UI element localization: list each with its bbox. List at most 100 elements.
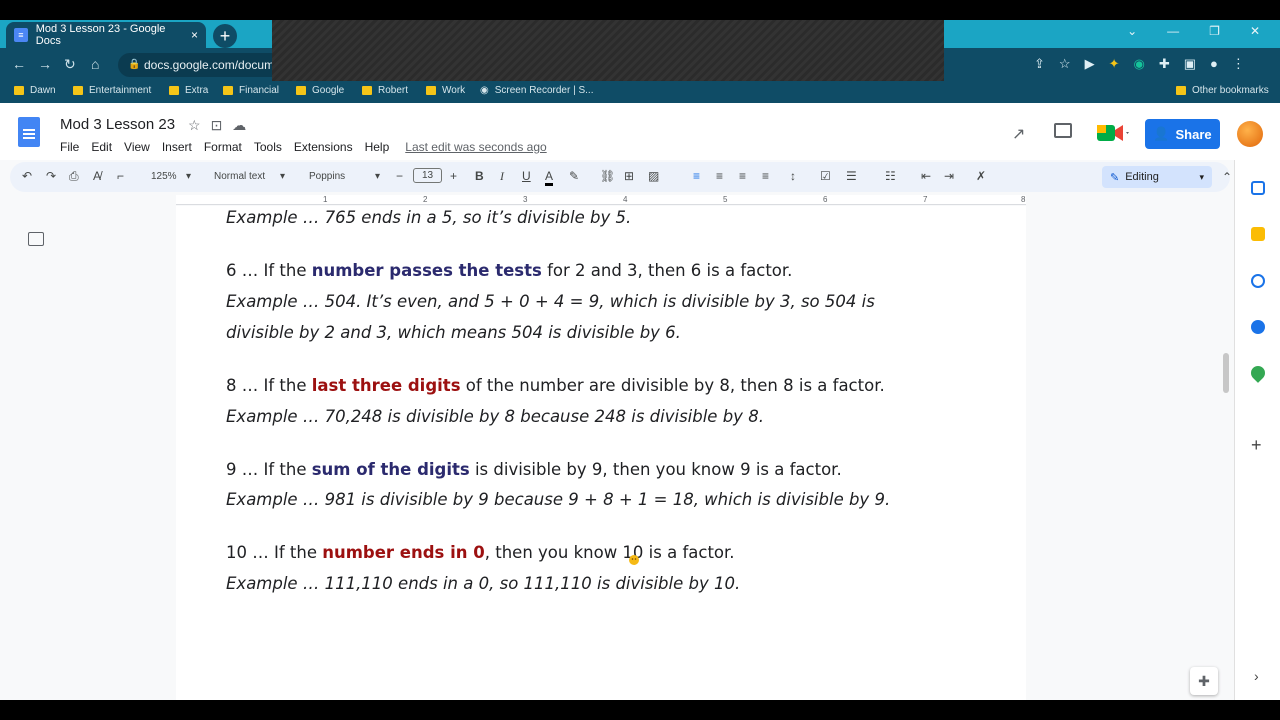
share-button[interactable]: 👤 Share [1145, 119, 1220, 149]
reload-icon[interactable]: ↻ [64, 56, 76, 73]
move-folder-icon[interactable]: ⊡ [211, 117, 223, 134]
decrease-indent-icon[interactable]: ⇤ [921, 169, 931, 183]
star-icon[interactable]: ☆ [188, 117, 201, 134]
bookmark-work[interactable]: Work [426, 85, 465, 96]
print-icon[interactable]: ⎙ [69, 169, 79, 184]
font-select[interactable]: Poppins [309, 171, 345, 182]
share-page-icon[interactable]: ⇪ [1034, 56, 1045, 72]
align-center-icon[interactable]: ≡ [716, 169, 723, 183]
clear-formatting-icon[interactable]: ✗ [976, 169, 986, 183]
bookmark-google[interactable]: Google [296, 85, 344, 96]
bookmark-extra[interactable]: Extra [169, 85, 208, 96]
image-icon[interactable]: ▨ [648, 169, 659, 183]
paint-format-icon[interactable]: ⌐ [117, 169, 124, 183]
calendar-icon[interactable] [1251, 181, 1265, 195]
menu-file[interactable]: File [60, 140, 79, 154]
close-window-icon[interactable]: ✕ [1250, 24, 1260, 38]
comment-icon[interactable]: ⊞ [624, 169, 634, 183]
increase-font-size-icon[interactable]: + [450, 169, 457, 183]
menu-icon[interactable]: ⋮ [1232, 56, 1245, 72]
keep-icon[interactable] [1251, 227, 1265, 241]
contacts-icon[interactable] [1251, 320, 1265, 334]
hide-menus-icon[interactable]: ⌃ [1222, 170, 1232, 184]
bulleted-list-icon[interactable]: ☰ [846, 169, 857, 183]
grammarly-icon[interactable]: ◉ [1133, 56, 1144, 72]
cloud-status-icon[interactable]: ☁ [232, 117, 246, 134]
pencil-icon: ✎ [1110, 171, 1120, 184]
redo-icon[interactable]: ↷ [46, 169, 56, 183]
underline-icon[interactable]: U [522, 169, 531, 183]
ruler[interactable]: 1 2 3 4 5 6 7 8 [176, 195, 1026, 205]
italic-icon[interactable]: I [500, 169, 504, 184]
document-outline-icon[interactable] [28, 232, 44, 246]
menu-help[interactable]: Help [365, 140, 390, 154]
font-size-input[interactable]: 13 [413, 168, 443, 183]
undo-icon[interactable]: ↶ [22, 169, 32, 183]
extension-icon[interactable]: ✦ [1109, 56, 1120, 72]
line-spacing-icon[interactable]: ↕ [790, 169, 796, 183]
bookmark-screen-recorder[interactable]: ◉ Screen Recorder | S... [480, 85, 593, 96]
decrease-font-size-icon[interactable]: − [396, 169, 403, 183]
profile-icon[interactable]: ● [1210, 56, 1218, 72]
bold-icon[interactable]: B [475, 169, 484, 183]
increase-indent-icon[interactable]: ⇥ [944, 169, 954, 183]
zoom-select[interactable]: 125% [151, 171, 177, 182]
avatar[interactable] [1237, 121, 1263, 147]
address-bar[interactable]: 🔒 docs.google.com/docum [118, 53, 272, 77]
forward-icon[interactable]: → [38, 56, 52, 72]
back-icon[interactable]: ← [12, 56, 26, 72]
bookmark-star-icon[interactable]: ☆ [1059, 56, 1071, 72]
add-addon-icon[interactable]: + [1251, 435, 1262, 456]
activity-dashboard-icon[interactable]: ↗ [1012, 124, 1025, 144]
letterbox-bottom [0, 700, 1280, 720]
align-right-icon[interactable]: ≡ [739, 169, 746, 183]
minimize-icon[interactable]: — [1167, 24, 1179, 38]
highlight-icon[interactable]: ✎ [569, 169, 579, 183]
side-panel-icon[interactable]: ▣ [1184, 56, 1196, 72]
justify-icon[interactable]: ≡ [762, 169, 769, 183]
expand-panel-icon[interactable]: › [1254, 668, 1259, 684]
maps-icon[interactable] [1248, 363, 1268, 383]
browser-tab[interactable]: ≡ Mod 3 Lesson 23 - Google Docs × [6, 22, 206, 48]
link-icon[interactable]: ⛓ [600, 169, 615, 183]
menu-insert[interactable]: Insert [162, 140, 192, 154]
chevron-down-icon: ▾ [186, 171, 192, 182]
checklist-icon[interactable]: ☑ [820, 169, 831, 183]
title-icons: ☆ ⊡ ☁ [188, 117, 246, 134]
document-page[interactable]: Example … 765 ends in a 5, so it’s divis… [176, 206, 1026, 700]
maximize-icon[interactable]: ❐ [1209, 24, 1220, 38]
menu-view[interactable]: View [124, 140, 150, 154]
comment-history-icon[interactable] [1054, 123, 1072, 138]
bookmark-robert[interactable]: Robert [362, 85, 408, 96]
tab-close-icon[interactable]: × [191, 28, 198, 42]
editing-mode-select[interactable]: ✎ Editing ▾ [1102, 166, 1212, 188]
align-left-icon[interactable]: ≡ [693, 169, 700, 183]
last-edit-link[interactable]: Last edit was seconds ago [405, 140, 546, 154]
scrollbar[interactable] [1223, 353, 1229, 393]
style-select[interactable]: Normal text [214, 171, 265, 182]
rule-6: 6 … If the number passes the tests for 2… [226, 261, 793, 280]
meet-icon[interactable] [1095, 121, 1131, 145]
menu-tools[interactable]: Tools [254, 140, 282, 154]
new-tab-button[interactable]: + [213, 24, 237, 48]
explore-icon[interactable]: ✚ [1190, 667, 1218, 695]
spellcheck-icon[interactable]: A̸ [93, 169, 101, 183]
home-icon[interactable]: ⌂ [91, 56, 99, 72]
puzzle-icon[interactable]: ✚ [1159, 56, 1170, 72]
bookmark-other[interactable]: Other bookmarks [1176, 85, 1269, 96]
bookmark-dawn[interactable]: Dawn [14, 85, 56, 96]
menu-format[interactable]: Format [204, 140, 242, 154]
window-controls: ⌄ — ❐ ✕ [1127, 24, 1260, 38]
bookmark-financial[interactable]: Financial [223, 85, 279, 96]
docs-logo-icon[interactable] [18, 117, 40, 147]
play-extension-icon[interactable]: ▶ [1085, 56, 1095, 72]
tab-search-icon[interactable]: ⌄ [1127, 24, 1137, 38]
text-color-icon[interactable]: A [545, 169, 554, 186]
doc-title[interactable]: Mod 3 Lesson 23 [60, 116, 175, 133]
numbered-list-icon[interactable]: ☷ [885, 169, 896, 183]
bookmark-entertainment[interactable]: Entertainment [73, 85, 151, 96]
tasks-icon[interactable] [1251, 274, 1265, 288]
menu-extensions[interactable]: Extensions [294, 140, 353, 154]
menu-edit[interactable]: Edit [91, 140, 112, 154]
screen: ≡ Mod 3 Lesson 23 - Google Docs × + ⌄ — … [0, 0, 1280, 720]
